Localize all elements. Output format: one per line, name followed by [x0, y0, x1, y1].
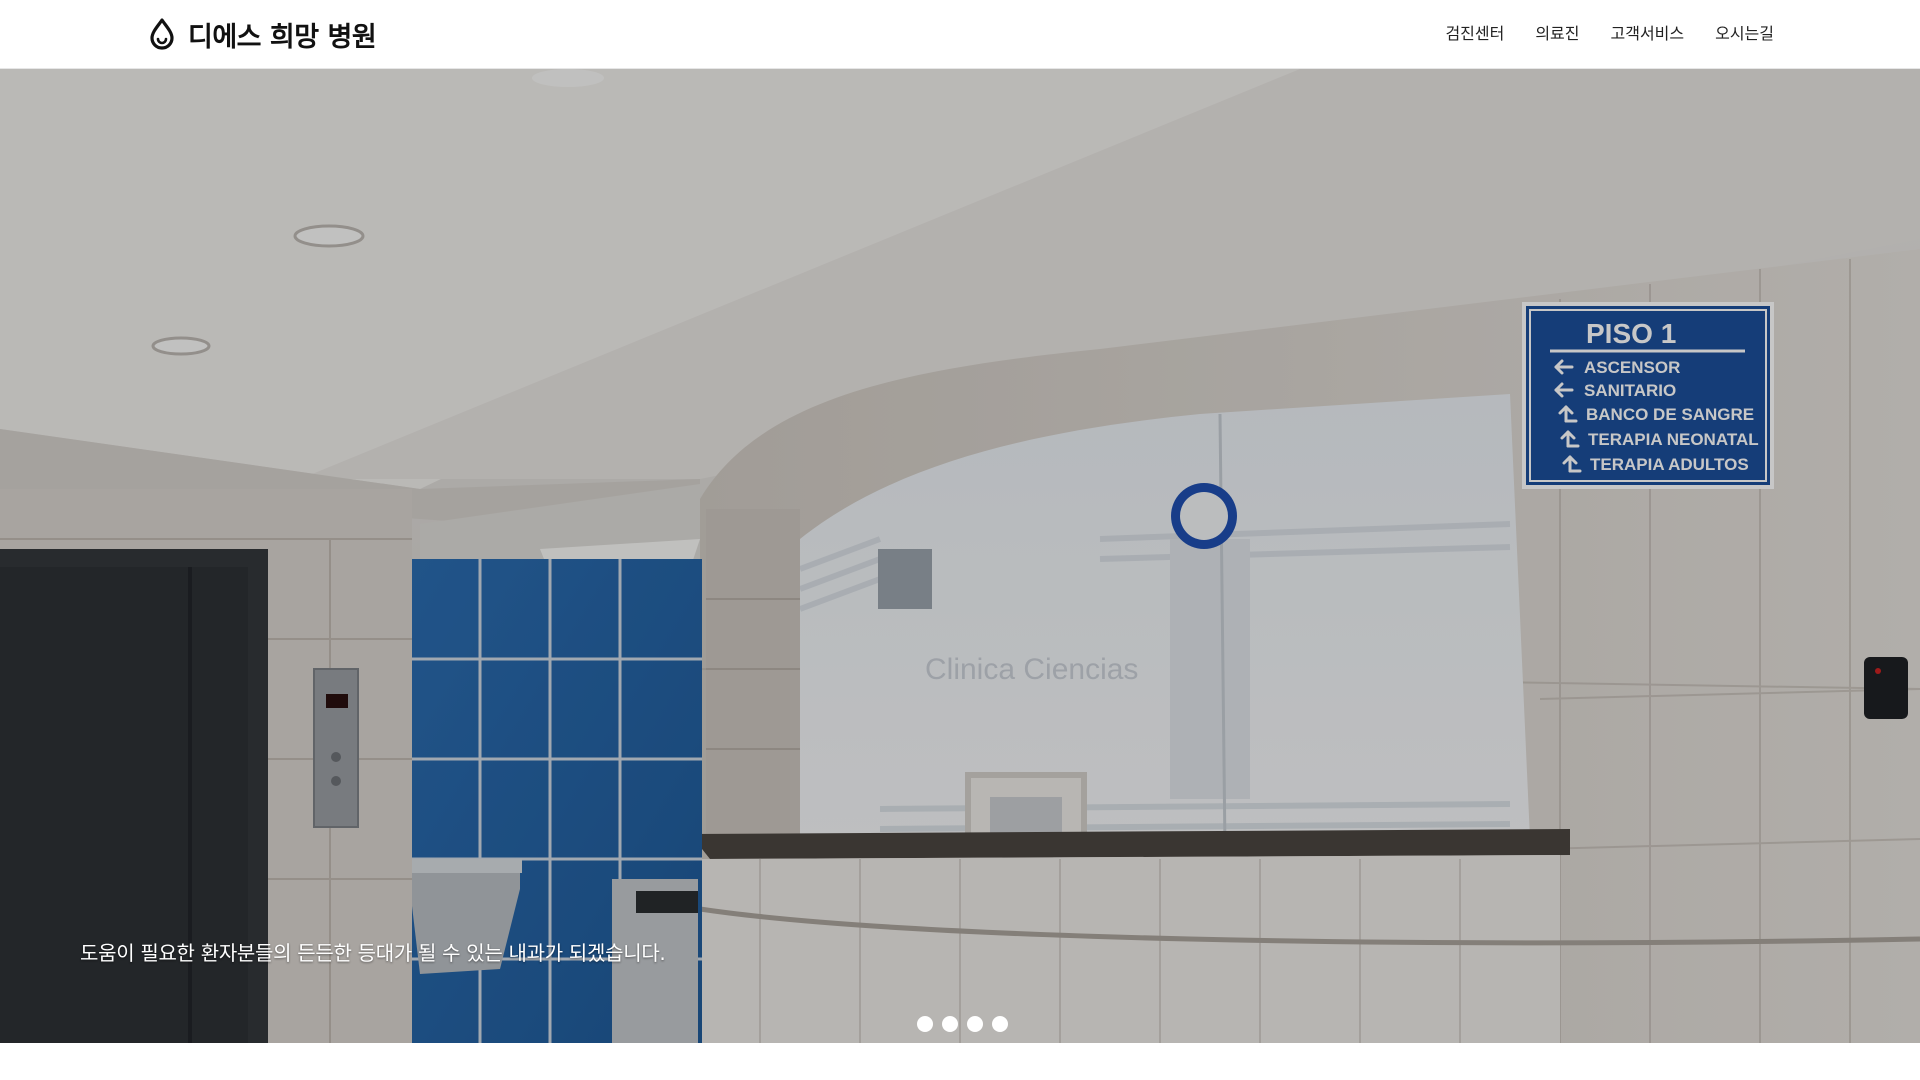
nav-customer-service[interactable]: 고객서비스	[1611, 20, 1685, 48]
slide-dot-1[interactable]	[917, 1016, 933, 1032]
slider-pagination	[917, 1016, 1008, 1032]
nav-directions[interactable]: 오시는길	[1715, 20, 1774, 48]
site-header: 디에스 희망 병원 검진센터 의료진 고객서비스 오시는길	[0, 0, 1920, 69]
slide-dot-4[interactable]	[992, 1016, 1008, 1032]
water-drop-icon	[150, 18, 174, 50]
nav-checkup-center[interactable]: 검진센터	[1445, 20, 1504, 48]
page-bottom-space	[0, 1043, 1920, 1080]
slide-dot-2[interactable]	[942, 1016, 958, 1032]
slide-dot-3[interactable]	[967, 1016, 983, 1032]
hero-slider: Clinica Ciencias PISO 1 ASCENSOR SANITAR…	[0, 69, 1920, 1043]
logo[interactable]: 디에스 희망 병원	[148, 14, 377, 54]
main-nav: 검진센터 의료진 고객서비스 오시는길	[1445, 20, 1774, 48]
hero-darken-overlay	[0, 69, 1920, 1043]
nav-medical-staff[interactable]: 의료진	[1535, 20, 1579, 48]
hero-caption: 도움이 필요한 환자분들의 든든한 등대가 될 수 있는 내과가 되겠습니다.	[80, 941, 666, 965]
logo-text: 디에스 희망 병원	[188, 21, 377, 53]
